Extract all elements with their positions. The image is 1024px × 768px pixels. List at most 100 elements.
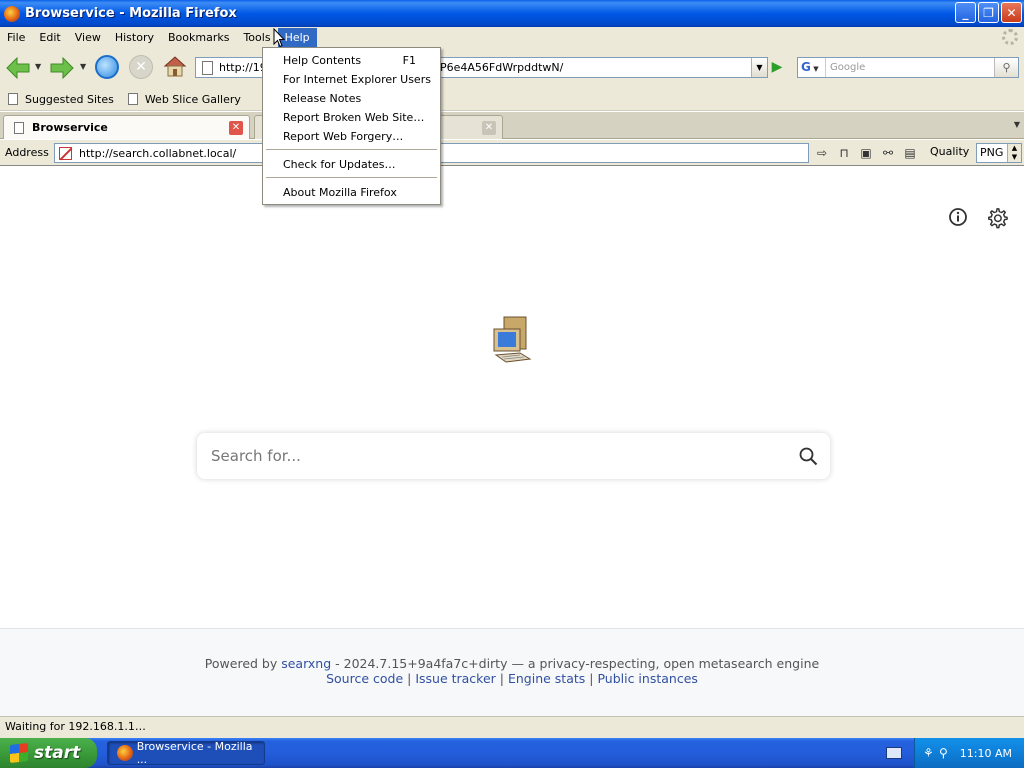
home-icon[interactable] <box>163 54 187 78</box>
bookmark-web-slice-gallery[interactable]: Web Slice Gallery <box>127 92 241 106</box>
version-text: - 2024.7.15+9a4fa7c+dirty — a privacy-re… <box>331 656 820 671</box>
info-icon[interactable] <box>948 207 968 227</box>
tab-browservice[interactable]: Browservice ✕ <box>3 115 250 139</box>
search-icon[interactable] <box>798 446 818 466</box>
back-arrow-icon[interactable] <box>6 57 30 79</box>
url-text-end: P6e4A56FdWrpddtwN/ <box>440 61 564 74</box>
public-instances-link[interactable]: Public instances <box>597 671 697 686</box>
menu-item-label: Help Contents <box>283 54 362 67</box>
url-history-dropdown[interactable]: ▼ <box>751 58 767 77</box>
window-title: Browservice - Mozilla Firefox <box>25 6 237 21</box>
quality-spinner-icon[interactable]: ▲ ▼ <box>1007 144 1021 162</box>
reload-icon[interactable] <box>95 55 119 79</box>
bookmark-label: Suggested Sites <box>25 92 114 106</box>
tab-bar: Browservice ✕ ✕ ▼ <box>0 112 1024 139</box>
menu-history[interactable]: History <box>108 28 161 47</box>
forward-arrow-icon[interactable] <box>50 57 74 79</box>
report-web-forgery-item[interactable]: Report Web Forgery… <box>263 127 440 146</box>
menu-separator <box>266 177 437 178</box>
search-box <box>197 433 830 479</box>
bookmark-suggested-sites[interactable]: Suggested Sites <box>8 93 114 106</box>
gear-icon[interactable] <box>986 207 1008 229</box>
for-ie-users-item[interactable]: For Internet Explorer Users <box>263 70 440 89</box>
about-firefox-item[interactable]: About Mozilla Firefox <box>263 183 440 202</box>
close-tab-icon[interactable]: ✕ <box>229 121 243 135</box>
find-icon[interactable]: ⚯ <box>879 144 897 162</box>
search-icon[interactable]: ⚲ <box>994 58 1018 77</box>
issue-tracker-link[interactable]: Issue tracker <box>415 671 496 686</box>
windows-logo-icon <box>10 743 28 763</box>
minimize-icon: _ <box>962 5 969 20</box>
engine-stats-link[interactable]: Engine stats <box>508 671 585 686</box>
report-broken-site-item[interactable]: Report Broken Web Site… <box>263 108 440 127</box>
menu-file[interactable]: File <box>0 28 32 47</box>
google-icon: G <box>801 60 811 74</box>
firefox-icon <box>4 5 20 22</box>
url-text-start: http://19 <box>219 61 267 74</box>
search-bar[interactable]: G ▼ Google ⚲ <box>797 57 1019 78</box>
help-contents-item[interactable]: Help Contents F1 <box>263 51 440 70</box>
release-notes-item[interactable]: Release Notes <box>263 89 440 108</box>
save-icon[interactable]: ▣ <box>857 144 875 162</box>
taskbar-firefox-task[interactable]: Browservice - Mozilla ... <box>107 740 265 766</box>
quality-value: PNG <box>980 146 1004 159</box>
search-placeholder: Google <box>830 62 866 73</box>
start-button[interactable]: start <box>0 738 97 768</box>
menu-bar: File Edit View History Bookmarks Tools H… <box>0 27 1024 48</box>
clock[interactable]: 11:10 AM <box>960 747 1012 760</box>
go-icon[interactable]: ⇨ <box>813 144 831 162</box>
footer-line-1: Powered by searxng - 2024.7.15+9a4fa7c+d… <box>0 656 1024 671</box>
source-code-link[interactable]: Source code <box>326 671 403 686</box>
search-input[interactable] <box>211 445 771 467</box>
network-icon[interactable]: ⚘ <box>923 746 937 760</box>
clipboard-icon[interactable]: ▤ <box>901 144 919 162</box>
page-icon <box>202 60 213 75</box>
forward-dropdown-icon[interactable]: ▼ <box>80 62 86 71</box>
window-controls: _ ❐ ✕ <box>955 2 1022 23</box>
tab-list-dropdown-icon[interactable]: ▼ <box>1014 120 1020 129</box>
insecure-icon <box>59 146 72 160</box>
tab-label: Browservice <box>32 121 108 134</box>
page-footer: Powered by searxng - 2024.7.15+9a4fa7c+d… <box>0 628 1024 716</box>
firefox-icon <box>117 745 133 761</box>
check-for-updates-item[interactable]: Check for Updates… <box>263 155 440 174</box>
bookmark-label: Web Slice Gallery <box>144 92 241 106</box>
start-label: start <box>34 743 81 763</box>
browservice-address-bar: Address http://search.collabnet.local/ ⇨… <box>0 140 1024 166</box>
throbber-icon <box>1002 29 1018 45</box>
mouse-cursor-icon <box>273 28 285 48</box>
menu-view[interactable]: View <box>68 28 108 47</box>
menu-item-label: For Internet Explorer Users <box>283 73 431 86</box>
searxng-link[interactable]: searxng <box>281 656 331 671</box>
minimize-button[interactable]: _ <box>955 2 976 23</box>
menu-item-label: Report Broken Web Site… <box>283 111 425 124</box>
system-tray: ⚘ ⚲ 11:10 AM <box>914 738 1024 768</box>
close-tab-icon[interactable]: ✕ <box>482 121 496 135</box>
status-bar: Waiting for 192.168.1.1… <box>0 716 1024 738</box>
menu-item-label: About Mozilla Firefox <box>283 186 397 199</box>
menu-edit[interactable]: Edit <box>32 28 67 47</box>
back-dropdown-icon[interactable]: ▼ <box>35 62 41 71</box>
search-tray-icon[interactable]: ⚲ <box>939 746 953 760</box>
maximize-button[interactable]: ❐ <box>978 2 999 23</box>
search-engine-selector[interactable]: G ▼ <box>798 58 826 77</box>
taskbar: start Browservice - Mozilla ... ⚘ ⚲ 11:1… <box>0 738 1024 768</box>
quality-selector[interactable]: PNG ▲ ▼ <box>976 143 1022 163</box>
title-bar[interactable]: Browservice - Mozilla Firefox _ ❐ ✕ <box>0 0 1024 27</box>
close-button[interactable]: ✕ <box>1001 2 1022 23</box>
menu-bookmarks[interactable]: Bookmarks <box>161 28 236 47</box>
quality-label: Quality <box>930 145 970 158</box>
menu-item-shortcut: F1 <box>402 54 416 67</box>
keyboard-icon[interactable] <box>886 747 902 759</box>
close-icon: ✕ <box>1006 5 1017 20</box>
page-icon <box>14 121 24 134</box>
menu-tools[interactable]: Tools <box>236 28 277 47</box>
bookmark-icon[interactable]: ⊓ <box>835 144 853 162</box>
menu-item-label: Release Notes <box>283 92 362 105</box>
address-tools: ⇨ ⊓ ▣ ⚯ ▤ <box>813 144 919 162</box>
stop-icon[interactable]: ✕ <box>129 55 153 79</box>
go-arrow-icon[interactable]: ▶ <box>766 57 788 78</box>
menu-separator <box>266 149 437 150</box>
page-icon <box>8 93 18 105</box>
computer-logo-icon <box>493 316 532 363</box>
